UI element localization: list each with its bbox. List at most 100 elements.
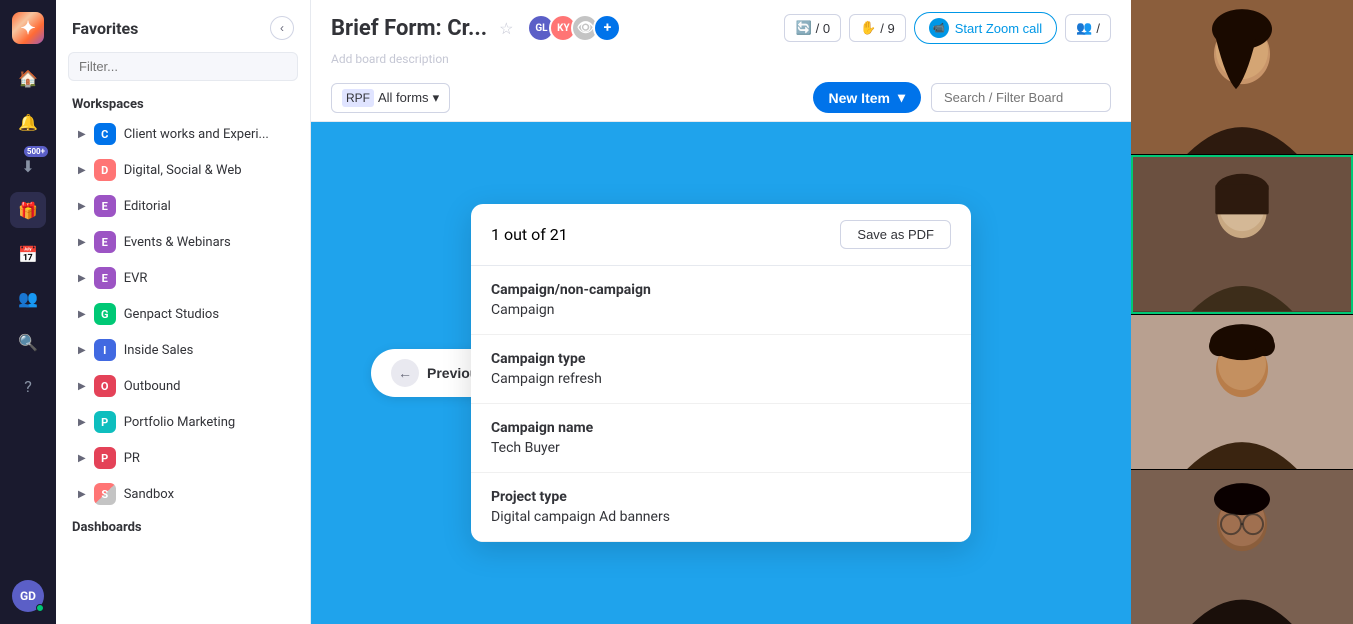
- counter-text: 1 out of 21: [491, 225, 568, 244]
- sidebar-item-pr[interactable]: ▶ P PR: [62, 441, 304, 475]
- sidebar-item-client[interactable]: ▶ C Client works and Experi...: [62, 117, 304, 151]
- chevron-icon: ▶: [78, 453, 86, 464]
- favorites-title: Favorites: [72, 19, 138, 38]
- item-dot: P: [94, 411, 116, 433]
- sidebar-item-label: Digital, Social & Web: [124, 163, 242, 178]
- icon-sidebar: ✦ 🏠 🔔 ⬇ 500+ 🎁 📅 👥 🔍 ? GD: [0, 0, 56, 624]
- sidebar-item-sandbox[interactable]: ▶ S Sandbox: [62, 477, 304, 511]
- field-value-3: Digital campaign Ad banners: [491, 509, 951, 525]
- field-label-1: Campaign type: [491, 351, 951, 367]
- sidebar-item-digital[interactable]: ▶ D Digital, Social & Web: [62, 153, 304, 187]
- item-dot: C: [94, 123, 116, 145]
- canvas-area: ← Previous Item 1 out of 21 Save as PDF …: [311, 122, 1131, 624]
- chevron-icon: ▶: [78, 345, 86, 356]
- header-top: Brief Form: Cr... ☆ GL KY 👁 + 🔄 / 0 ✋ / …: [331, 12, 1111, 44]
- header-toolbar: RPF All forms ▾ New Item ▾: [331, 74, 1111, 121]
- video-tile-1: [1131, 0, 1353, 154]
- prev-arrow-icon: ←: [391, 359, 419, 387]
- field-label-0: Campaign/non-campaign: [491, 282, 951, 298]
- sidebar-item-genpact[interactable]: ▶ G Genpact Studios: [62, 297, 304, 331]
- item-dot: E: [94, 231, 116, 253]
- new-item-button[interactable]: New Item ▾: [813, 82, 922, 113]
- form-fields: Campaign/non-campaign Campaign Campaign …: [471, 266, 971, 542]
- forms-chevron: ▾: [433, 90, 440, 106]
- sidebar-item-portfolio[interactable]: ▶ P Portfolio Marketing: [62, 405, 304, 439]
- field-value-2: Tech Buyer: [491, 440, 951, 456]
- field-project-type: Project type Digital campaign Ad banners: [471, 473, 971, 542]
- online-indicator: [36, 604, 44, 612]
- zoom-button[interactable]: 📹 Start Zoom call: [914, 12, 1057, 44]
- board-title: Brief Form: Cr...: [331, 16, 487, 41]
- video-tile-4: [1131, 470, 1353, 624]
- activity-count: / 9: [880, 21, 894, 36]
- chevron-icon: ▶: [78, 489, 86, 500]
- sidebar-item-label: Portfolio Marketing: [124, 415, 235, 430]
- save-pdf-button[interactable]: Save as PDF: [840, 220, 951, 249]
- zoom-icon: 📹: [929, 18, 949, 38]
- chevron-icon: ▶: [78, 237, 86, 248]
- item-dot: E: [94, 195, 116, 217]
- sidebar-item-label: Inside Sales: [124, 343, 194, 358]
- collapse-button[interactable]: ‹: [270, 16, 294, 40]
- nav-panel-header: Favorites ‹: [56, 0, 310, 48]
- item-dot: S: [94, 483, 116, 505]
- nav-icon-help[interactable]: ?: [10, 368, 46, 404]
- sidebar-item-label: Outbound: [124, 379, 181, 394]
- sidebar-item-events[interactable]: ▶ E Events & Webinars: [62, 225, 304, 259]
- updates-button[interactable]: 🔄 / 0: [784, 14, 841, 42]
- app-logo: ✦: [12, 12, 44, 44]
- new-item-label: New Item: [829, 90, 890, 106]
- filter-input[interactable]: [68, 52, 298, 81]
- item-dot: G: [94, 303, 116, 325]
- item-dot: I: [94, 339, 116, 361]
- sidebar-item-label: Genpact Studios: [124, 307, 219, 322]
- sidebar-item-evr[interactable]: ▶ E EVR: [62, 261, 304, 295]
- zoom-label: Start Zoom call: [955, 21, 1042, 36]
- nav-icon-people[interactable]: 👥: [10, 280, 46, 316]
- activity-icon: ✋: [860, 20, 876, 36]
- nav-icon-inbox[interactable]: 🔔: [10, 104, 46, 140]
- workspaces-label: Workspaces: [56, 89, 310, 116]
- user-avatar[interactable]: GD: [12, 580, 44, 612]
- persons-icon: 👥: [1076, 20, 1092, 36]
- nav-icon-home[interactable]: 🏠: [10, 60, 46, 96]
- activity-button[interactable]: ✋ / 9: [849, 14, 906, 42]
- avatar-share[interactable]: +: [593, 14, 621, 42]
- sidebar-item-editorial[interactable]: ▶ E Editorial: [62, 189, 304, 223]
- sidebar-item-label: Editorial: [124, 199, 171, 214]
- item-dot: D: [94, 159, 116, 181]
- all-forms-button[interactable]: RPF All forms ▾: [331, 83, 450, 113]
- nav-icon-calendar[interactable]: 📅: [10, 236, 46, 272]
- chevron-icon: ▶: [78, 129, 86, 140]
- nav-icon-downloads[interactable]: ⬇ 500+: [10, 148, 46, 184]
- board-description[interactable]: Add board description: [331, 52, 1111, 66]
- field-value-0: Campaign: [491, 302, 951, 318]
- nav-icon-search[interactable]: 🔍: [10, 324, 46, 360]
- persons-count: /: [1096, 21, 1100, 36]
- avatars-group: GL KY 👁 +: [533, 14, 621, 42]
- item-dot: O: [94, 375, 116, 397]
- chevron-icon: ▶: [78, 417, 86, 428]
- sidebar-item-outbound[interactable]: ▶ O Outbound: [62, 369, 304, 403]
- main-header: Brief Form: Cr... ☆ GL KY 👁 + 🔄 / 0 ✋ / …: [311, 0, 1131, 122]
- field-label-3: Project type: [491, 489, 951, 505]
- chevron-icon: ▶: [78, 309, 86, 320]
- star-icon[interactable]: ☆: [499, 19, 513, 38]
- form-card: 1 out of 21 Save as PDF Campaign/non-cam…: [471, 204, 971, 542]
- persons-button[interactable]: 👥 /: [1065, 14, 1111, 42]
- sidebar-item-label: PR: [124, 451, 140, 466]
- chevron-icon: ▶: [78, 381, 86, 392]
- sidebar-item-inside[interactable]: ▶ I Inside Sales: [62, 333, 304, 367]
- nav-panel: Favorites ‹ Workspaces ▶ C Client works …: [56, 0, 311, 624]
- sidebar-item-label: Events & Webinars: [124, 235, 231, 250]
- search-filter-input[interactable]: [931, 83, 1111, 112]
- video-tile-3: [1131, 315, 1353, 469]
- nav-icon-gift[interactable]: 🎁: [10, 192, 46, 228]
- chevron-icon: ▶: [78, 165, 86, 176]
- field-label-2: Campaign name: [491, 420, 951, 436]
- sidebar-item-label: Sandbox: [124, 487, 174, 502]
- sidebar-item-label: EVR: [124, 271, 148, 286]
- field-campaign-name: Campaign name Tech Buyer: [471, 404, 971, 473]
- video-panel: [1131, 0, 1353, 624]
- sidebar-item-label: Client works and Experi...: [124, 127, 269, 142]
